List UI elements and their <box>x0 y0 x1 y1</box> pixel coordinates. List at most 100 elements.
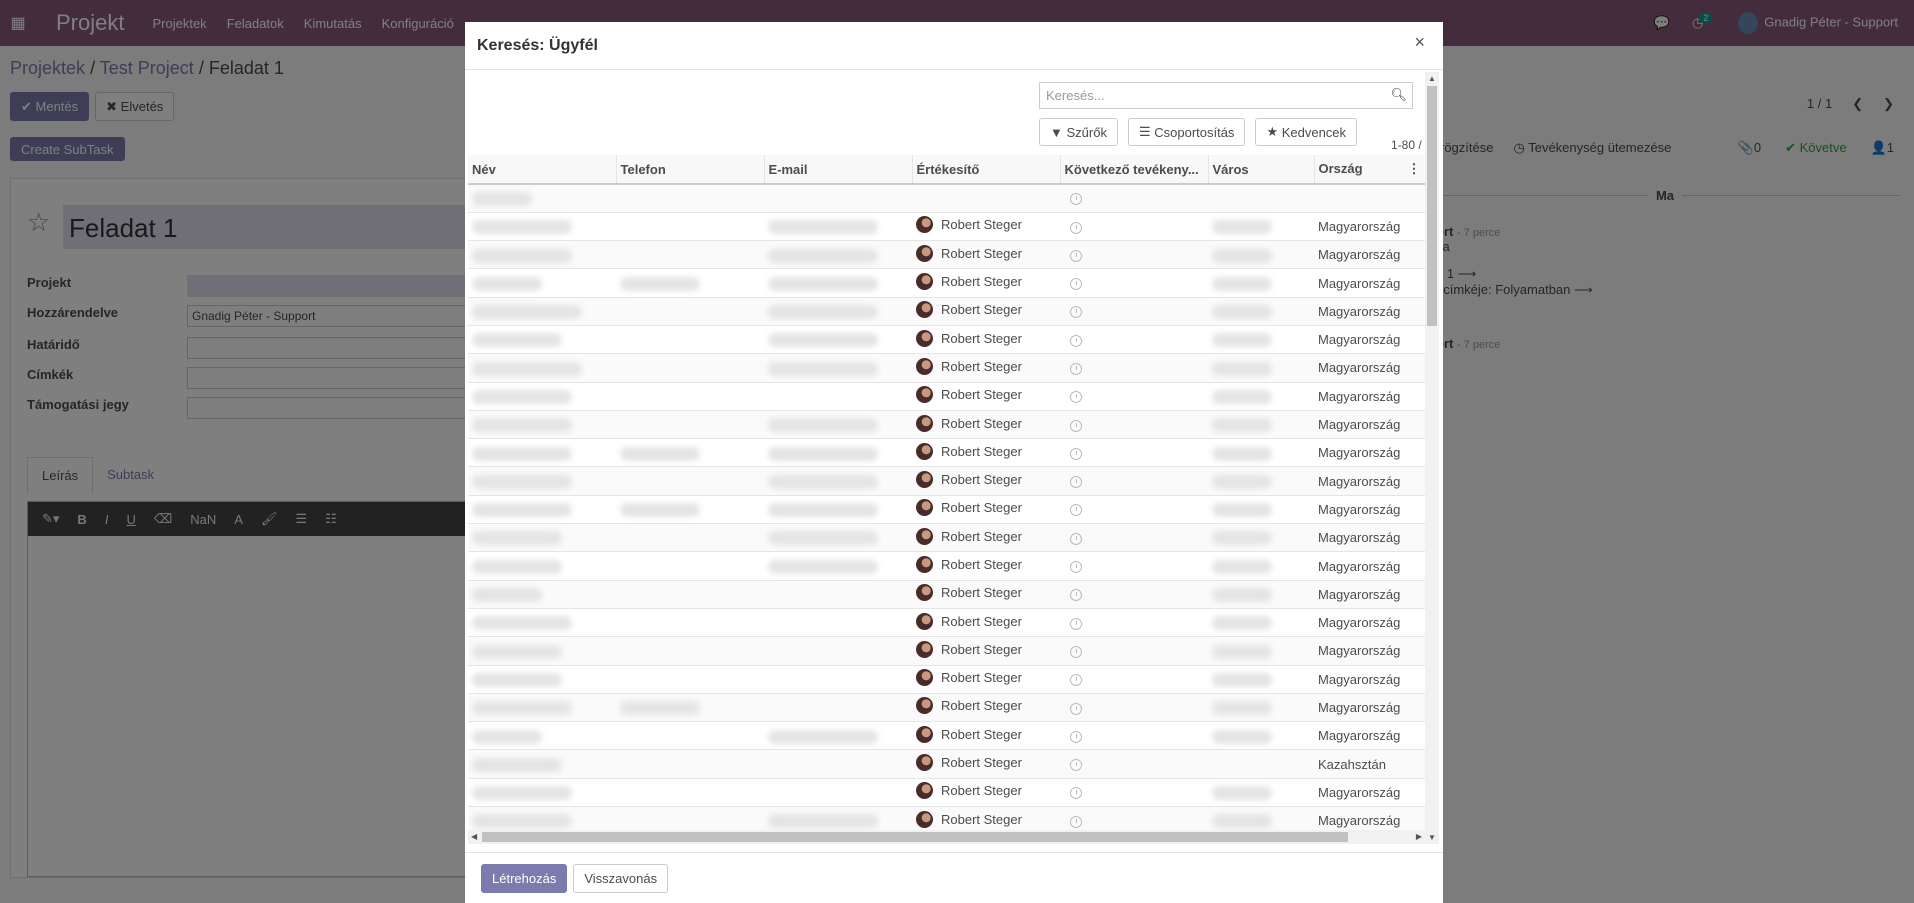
clock-icon[interactable] <box>1070 589 1082 602</box>
cell-next-activity[interactable] <box>1060 551 1208 581</box>
horizontal-scrollbar[interactable]: ◀ ▶ <box>468 830 1425 844</box>
table-row[interactable]: Robert Steger Magyarország <box>468 410 1425 440</box>
table-row[interactable]: Robert Steger Magyarország <box>468 608 1425 638</box>
cell-next-activity[interactable] <box>1060 693 1208 723</box>
cell-next-activity[interactable] <box>1060 608 1208 638</box>
clock-icon[interactable] <box>1070 419 1082 432</box>
scroll-thumb[interactable] <box>482 832 1348 842</box>
table-row[interactable]: Robert Steger Magyarország <box>468 636 1425 666</box>
cell-next-activity[interactable] <box>1060 721 1208 751</box>
column-next-activity[interactable]: Következő tevékeny... <box>1060 155 1209 185</box>
groupby-button[interactable]: ☰ Csoportosítás <box>1127 118 1246 146</box>
table-row[interactable] <box>468 184 1425 213</box>
cell-next-activity[interactable] <box>1060 665 1208 694</box>
cancel-button[interactable]: Visszavonás <box>573 863 669 893</box>
clock-icon[interactable] <box>1070 278 1082 291</box>
clock-icon[interactable] <box>1070 391 1082 404</box>
clock-icon[interactable] <box>1070 306 1082 319</box>
clock-icon[interactable] <box>1070 334 1082 347</box>
column-email[interactable]: E-mail <box>764 155 913 185</box>
cell-next-activity[interactable] <box>1060 495 1208 525</box>
table-row[interactable]: Robert Steger Magyarország <box>468 523 1425 553</box>
cell-next-activity[interactable] <box>1060 636 1208 666</box>
table-row[interactable]: Robert Steger Magyarország <box>468 240 1425 270</box>
cell-name[interactable] <box>468 523 616 553</box>
cell-name[interactable] <box>468 693 616 723</box>
cell-next-activity[interactable] <box>1060 268 1208 298</box>
table-row[interactable]: Robert Steger Magyarország <box>468 778 1425 808</box>
filters-button[interactable]: ▼ Szűrők <box>1039 118 1118 146</box>
clock-icon[interactable] <box>1070 476 1082 489</box>
search-input[interactable]: Keresés... <box>1039 82 1413 109</box>
table-row[interactable]: Robert Steger Magyarország <box>468 268 1425 298</box>
cell-name[interactable] <box>468 410 616 440</box>
column-salesperson[interactable]: Értékesítő <box>912 155 1061 185</box>
clock-icon[interactable] <box>1070 504 1082 517</box>
table-row[interactable]: Robert Steger Magyarország <box>468 382 1425 411</box>
clock-icon[interactable] <box>1070 730 1082 743</box>
cell-next-activity[interactable] <box>1060 240 1208 270</box>
cell-next-activity[interactable] <box>1060 325 1208 355</box>
clock-icon[interactable] <box>1070 815 1082 828</box>
cell-next-activity[interactable] <box>1060 749 1208 779</box>
cell-name[interactable] <box>468 608 616 638</box>
cell-next-activity[interactable] <box>1060 806 1208 830</box>
vertical-scrollbar[interactable]: ▲ ▼ <box>1425 72 1439 844</box>
cell-name[interactable] <box>468 551 616 581</box>
scroll-down-icon[interactable]: ▼ <box>1428 833 1436 842</box>
clock-icon[interactable] <box>1070 787 1082 800</box>
create-button[interactable]: Létrehozás <box>481 863 568 893</box>
cell-name[interactable] <box>468 466 616 496</box>
clock-icon[interactable] <box>1070 617 1082 630</box>
cell-name[interactable] <box>468 495 616 525</box>
cell-next-activity[interactable] <box>1060 466 1208 496</box>
cell-name[interactable] <box>468 580 616 609</box>
table-row[interactable]: Robert Steger Magyarország <box>468 693 1425 723</box>
cell-next-activity[interactable] <box>1060 778 1208 808</box>
cell-name[interactable] <box>468 665 616 694</box>
close-icon[interactable]: × <box>1414 32 1425 53</box>
column-name[interactable]: Név <box>468 155 617 185</box>
table-row[interactable]: Robert Steger Magyarország <box>468 297 1425 326</box>
cell-name[interactable] <box>468 353 616 383</box>
cell-name[interactable] <box>468 297 616 326</box>
cell-next-activity[interactable] <box>1060 353 1208 383</box>
cell-name[interactable] <box>468 778 616 808</box>
table-row[interactable]: Robert Steger Magyarország <box>468 212 1425 242</box>
table-row[interactable]: Robert Steger Magyarország <box>468 665 1425 694</box>
table-row[interactable]: Robert Steger Magyarország <box>468 580 1425 609</box>
table-row[interactable]: Robert Steger Kazahsztán <box>468 749 1425 779</box>
cell-next-activity[interactable] <box>1060 410 1208 440</box>
cell-next-activity[interactable] <box>1060 438 1208 468</box>
table-row[interactable]: Robert Steger Magyarország <box>468 325 1425 355</box>
cell-next-activity[interactable] <box>1060 523 1208 553</box>
clock-icon[interactable] <box>1070 674 1082 687</box>
column-country[interactable]: Ország ⋮ <box>1314 155 1425 185</box>
cell-next-activity[interactable] <box>1060 382 1208 411</box>
cell-next-activity[interactable] <box>1060 580 1208 609</box>
scroll-right-icon[interactable]: ▶ <box>1416 832 1422 841</box>
cell-name[interactable] <box>468 184 616 213</box>
clock-icon[interactable] <box>1070 249 1082 262</box>
table-row[interactable]: Robert Steger Magyarország <box>468 551 1425 581</box>
cell-name[interactable] <box>468 240 616 270</box>
clock-icon[interactable] <box>1070 702 1082 715</box>
favorites-button[interactable]: ★ Kedvencek <box>1255 118 1358 146</box>
table-row[interactable]: Robert Steger Magyarország <box>468 806 1425 830</box>
cell-next-activity[interactable] <box>1060 212 1208 242</box>
column-options-icon[interactable]: ⋮ <box>1408 161 1421 177</box>
table-row[interactable]: Robert Steger Magyarország <box>468 721 1425 751</box>
clock-icon[interactable] <box>1070 221 1082 234</box>
cell-next-activity[interactable] <box>1060 184 1208 213</box>
cell-name[interactable] <box>468 382 616 411</box>
cell-name[interactable] <box>468 806 616 830</box>
cell-name[interactable] <box>468 438 616 468</box>
search-icon[interactable]: 🔍︎ <box>1390 87 1407 103</box>
column-city[interactable]: Város <box>1208 155 1315 185</box>
table-row[interactable]: Robert Steger Magyarország <box>468 466 1425 496</box>
clock-icon[interactable] <box>1070 645 1082 658</box>
clock-icon[interactable] <box>1070 759 1082 772</box>
table-row[interactable]: Robert Steger Magyarország <box>468 353 1425 383</box>
cell-name[interactable] <box>468 212 616 242</box>
clock-icon[interactable] <box>1070 447 1082 460</box>
